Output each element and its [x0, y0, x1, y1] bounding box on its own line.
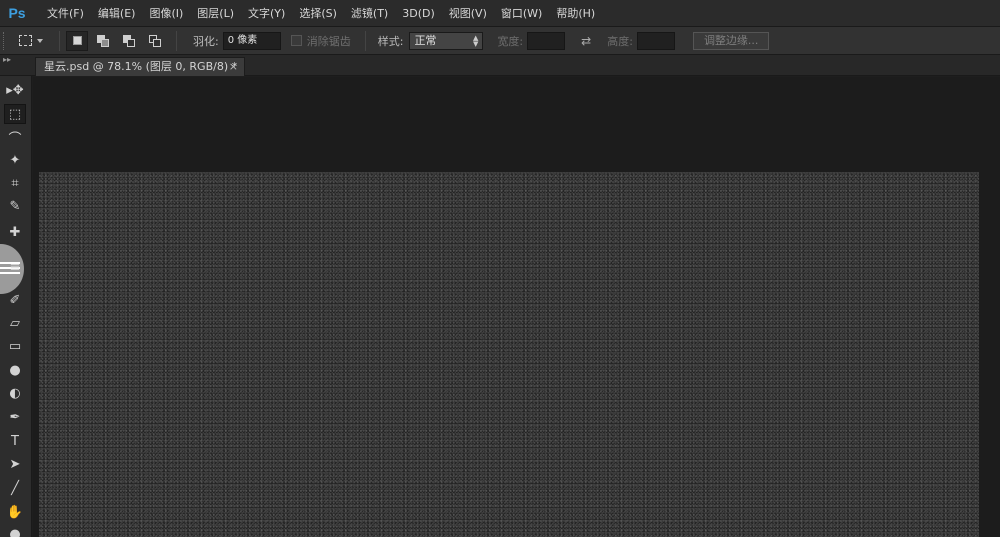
menu-type[interactable]: 文字(Y): [241, 0, 292, 27]
style-label: 样式:: [377, 34, 404, 48]
tool-preset-picker[interactable]: [19, 31, 53, 51]
document-workspace: [33, 77, 1000, 537]
height-input[interactable]: [636, 31, 675, 50]
menu-3d[interactable]: 3D(D): [395, 0, 442, 27]
hand-tool-icon[interactable]: ✋: [4, 502, 26, 522]
width-input[interactable]: [527, 31, 566, 50]
healing-brush-tool-icon[interactable]: ✚: [4, 222, 26, 242]
new-selection-icon: [72, 36, 82, 45]
rect-marquee-icon: [19, 35, 32, 46]
style-select-value: 正常: [414, 33, 437, 47]
subtract-selection-icon: [123, 34, 135, 47]
menu-file[interactable]: 文件(F): [40, 0, 91, 27]
tools-panel: ▸✥ ⬚ ⌒ ✦ ⌗ ✎ ✚ ≡ ✐ ▱ ▭ ● ◐ ✒ T ➤ ╱ ✋ ●: [0, 76, 32, 537]
menu-help[interactable]: 帮助(H): [549, 0, 602, 27]
workspace-edge: [979, 172, 1000, 537]
document-tab-strip: ▸▸ 星云.psd @ 78.1% (图层 0, RGB/8) * ×: [0, 55, 1000, 76]
menu-layer[interactable]: 图层(L): [190, 0, 241, 27]
refine-edge-button[interactable]: 调整边缘...: [692, 31, 770, 50]
dodge-tool-icon[interactable]: ◐: [4, 383, 26, 403]
marquee-tool-icon[interactable]: ⬚: [4, 104, 26, 124]
lasso-tool-icon[interactable]: ⌒: [4, 127, 26, 147]
menu-view[interactable]: 视图(V): [442, 0, 494, 27]
separator: [59, 30, 60, 51]
document-tab-title: 星云.psd @ 78.1% (图层 0, RGB/8) *: [44, 60, 238, 73]
eyedropper-tool-icon[interactable]: ✎: [4, 196, 26, 216]
zoom-tool-icon[interactable]: ●: [4, 524, 26, 537]
history-brush-tool-icon[interactable]: ✐: [4, 290, 26, 310]
width-label: 宽度:: [497, 34, 524, 48]
feather-label: 羽化:: [193, 34, 219, 48]
menu-window[interactable]: 窗口(W): [494, 0, 549, 27]
magic-wand-tool-icon[interactable]: ✦: [4, 150, 26, 170]
menu-filter[interactable]: 滤镜(T): [344, 0, 395, 27]
line-tool-icon[interactable]: ╱: [4, 478, 26, 498]
options-bar: 羽化: 0 像素 消除锯齿 样式: 正常 ▲ ▼ 宽度: ⇄ 高度: 调整边缘..…: [0, 27, 1000, 55]
menu-select[interactable]: 选择(S): [292, 0, 344, 27]
close-icon[interactable]: ×: [229, 58, 238, 75]
collapse-toolbar-icon[interactable]: ▸▸: [0, 55, 32, 76]
intersect-selection-icon: [149, 34, 161, 47]
menu-image[interactable]: 图像(I): [142, 0, 190, 27]
separator: [176, 30, 177, 51]
new-selection-button[interactable]: [66, 30, 88, 51]
feather-input[interactable]: 0 像素: [222, 31, 281, 50]
antialias-checkbox[interactable]: [290, 35, 302, 46]
style-select[interactable]: 正常 ▲ ▼: [409, 31, 484, 50]
eraser-tool-icon[interactable]: ▱: [4, 313, 26, 333]
separator: [364, 30, 366, 51]
path-selection-tool-icon[interactable]: ➤: [4, 454, 26, 474]
brush-tool-icon[interactable]: ≡: [4, 257, 26, 277]
photoshop-logo-icon: Ps: [8, 5, 26, 21]
menu-items: 文件(F) 编辑(E) 图像(I) 图层(L) 文字(Y) 选择(S) 滤镜(T…: [40, 0, 602, 27]
subtract-from-selection-button[interactable]: [118, 31, 140, 51]
options-bar-grip[interactable]: [3, 31, 9, 50]
menu-bar: Ps 文件(F) 编辑(E) 图像(I) 图层(L) 文字(Y) 选择(S) 滤…: [0, 0, 1000, 27]
move-tool-icon[interactable]: ▸✥: [4, 80, 26, 100]
intersect-selection-button[interactable]: [144, 31, 166, 51]
antialias-label: 消除锯齿: [306, 34, 351, 48]
height-label: 高度:: [607, 34, 633, 48]
chevron-down-icon: [37, 38, 43, 43]
blur-tool-icon[interactable]: ●: [4, 360, 26, 380]
image-canvas[interactable]: [39, 172, 979, 537]
type-tool-icon[interactable]: T: [4, 431, 26, 451]
pen-tool-icon[interactable]: ✒: [4, 407, 26, 427]
gradient-tool-icon[interactable]: ▭: [4, 336, 26, 356]
add-to-selection-button[interactable]: [92, 31, 114, 51]
crop-tool-icon[interactable]: ⌗: [4, 173, 26, 193]
document-tab[interactable]: 星云.psd @ 78.1% (图层 0, RGB/8) * ×: [35, 57, 245, 76]
updown-arrows-icon: ▲ ▼: [473, 33, 479, 48]
selection-modes: [66, 30, 170, 51]
menu-edit[interactable]: 编辑(E): [91, 0, 143, 27]
swap-arrows-icon[interactable]: ⇄: [581, 34, 591, 48]
add-selection-icon: [97, 34, 109, 47]
